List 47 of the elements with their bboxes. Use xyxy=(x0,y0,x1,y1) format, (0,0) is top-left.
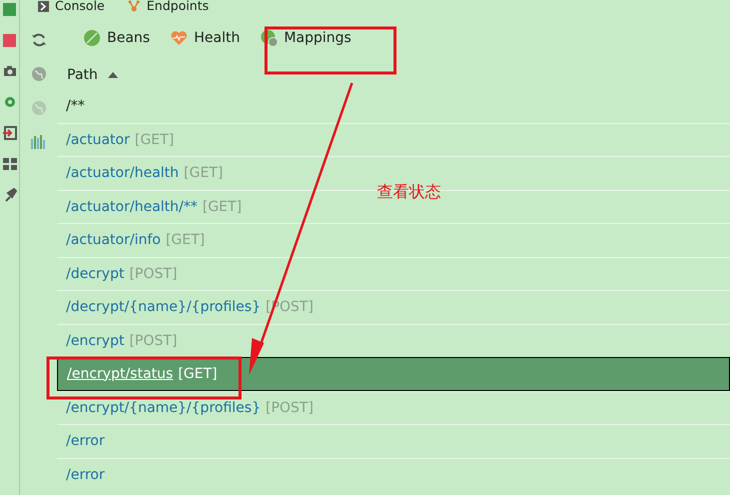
import-icon[interactable] xyxy=(2,126,16,140)
path-text: /decrypt xyxy=(66,266,124,282)
globe-icon xyxy=(30,100,46,116)
path-text: /encrypt xyxy=(66,332,124,349)
square-icon[interactable] xyxy=(2,2,16,16)
method-text: [GET] xyxy=(178,366,218,382)
method-text: [GET] xyxy=(134,132,174,148)
method-text: [GET] xyxy=(166,232,205,248)
mapping-row[interactable]: /actuator/info [GET] xyxy=(57,223,730,256)
method-text: [POST] xyxy=(266,400,314,416)
mapping-row[interactable]: /encrypt/{name}/{profiles} [POST] xyxy=(57,390,730,424)
leaf-icon xyxy=(83,29,101,47)
mapping-row[interactable]: /** xyxy=(57,89,730,122)
path-text: /** xyxy=(66,98,85,114)
leaf-globe-icon xyxy=(260,29,278,47)
path-text: /error xyxy=(66,466,105,483)
path-text: /encrypt/{name}/{profiles} xyxy=(66,400,261,416)
column-header[interactable]: Path xyxy=(57,60,730,89)
pin-icon[interactable] xyxy=(2,188,16,202)
heart-icon xyxy=(170,30,188,46)
path-text: /actuator/health/** xyxy=(66,198,198,215)
console-icon xyxy=(38,0,49,12)
method-text: [GET] xyxy=(202,198,242,215)
endpoint-tab[interactable]: Mappings xyxy=(260,29,352,47)
method-text: [GET] xyxy=(184,165,223,182)
endpoint-tab[interactable]: Health xyxy=(170,30,240,46)
nodes-icon xyxy=(126,0,141,12)
path-text: /error xyxy=(66,433,105,450)
refresh-icon[interactable] xyxy=(30,32,46,48)
path-text: /actuator/info xyxy=(66,232,161,248)
stop-icon[interactable] xyxy=(2,33,16,47)
path-text: /encrypt/status xyxy=(67,366,174,382)
method-text: [POST] xyxy=(129,332,178,349)
camera-icon[interactable] xyxy=(2,64,16,78)
tool-tab[interactable]: Console xyxy=(38,0,105,12)
method-text: [POST] xyxy=(129,266,178,282)
grid-icon[interactable] xyxy=(2,157,16,171)
mapping-row[interactable]: /error xyxy=(57,458,730,491)
mapping-row[interactable]: /encrypt/status [GET] xyxy=(57,357,730,390)
path-text: /actuator/health xyxy=(66,165,179,182)
path-text: /decrypt/{name}/{profiles} xyxy=(66,299,261,316)
mapping-row[interactable]: /error xyxy=(57,424,730,458)
path-text: /actuator xyxy=(66,132,130,148)
mapping-row[interactable]: /decrypt [POST] xyxy=(57,256,730,290)
mapping-row[interactable]: /actuator [GET] xyxy=(57,122,730,156)
tool-tab[interactable]: Endpoints xyxy=(126,0,209,12)
endpoint-tab[interactable]: Beans xyxy=(83,29,150,47)
